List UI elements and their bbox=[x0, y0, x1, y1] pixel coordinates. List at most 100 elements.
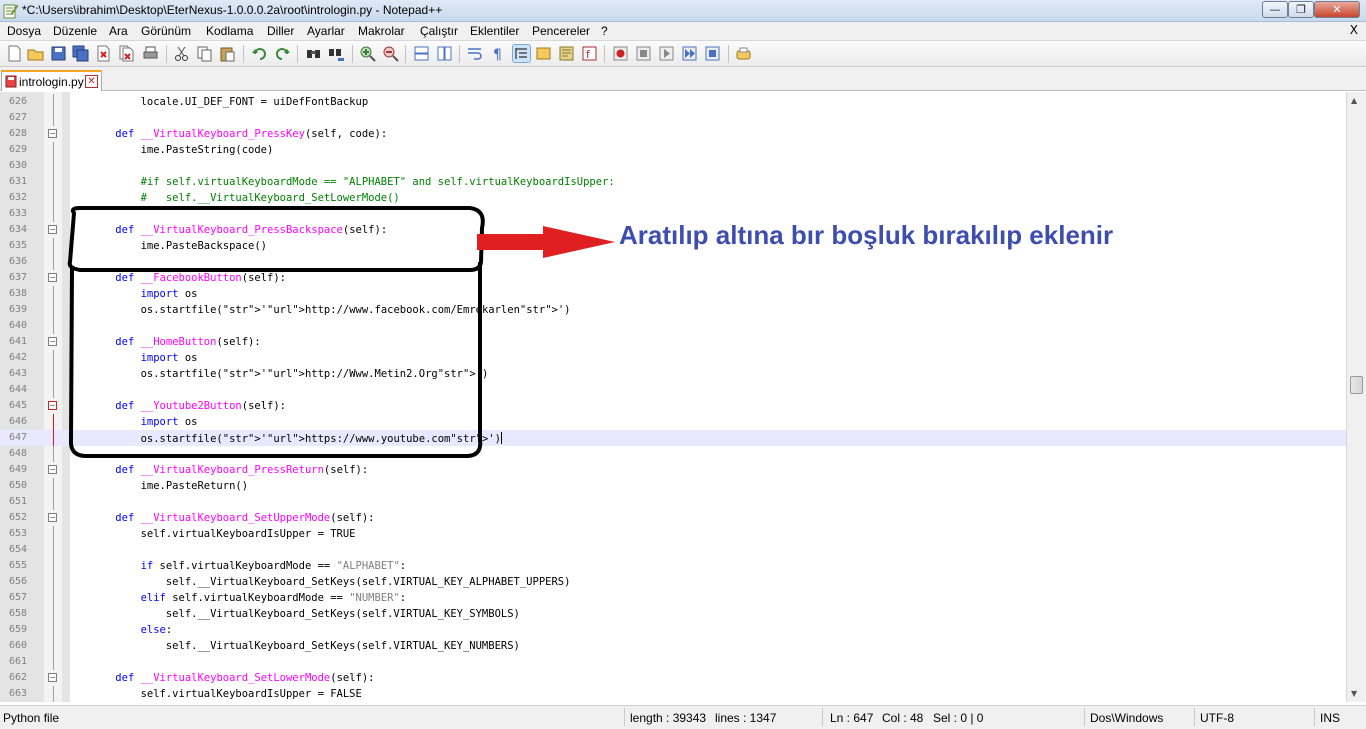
code-line[interactable]: 643 os.startfile("str">'"url">http://Www… bbox=[0, 366, 1346, 382]
tab-intrologin-py[interactable]: intrologin.py ✕ bbox=[1, 70, 102, 91]
redo-icon[interactable] bbox=[274, 45, 291, 62]
menu-calistir[interactable]: Çalıştır bbox=[420, 24, 458, 38]
code-line[interactable]: 660 self.__VirtualKeyboard_SetKeys(self.… bbox=[0, 638, 1346, 654]
stop-macro-icon[interactable] bbox=[635, 45, 652, 62]
code-line[interactable]: 635 ime.PasteBackspace() bbox=[0, 238, 1346, 254]
fold-toggle-icon[interactable]: − bbox=[48, 465, 57, 474]
fold-toggle-icon[interactable]: − bbox=[48, 337, 57, 346]
code-line[interactable]: 656 self.__VirtualKeyboard_SetKeys(self.… bbox=[0, 574, 1346, 590]
code-line[interactable]: 649 − def __VirtualKeyboard_PressReturn(s… bbox=[0, 462, 1346, 478]
code-line[interactable]: 627 bbox=[0, 110, 1346, 126]
code-line[interactable]: 628 − def __VirtualKeyboard_PressKey(self… bbox=[0, 126, 1346, 142]
save-icon[interactable] bbox=[50, 45, 67, 62]
code-line[interactable]: 646 import os bbox=[0, 414, 1346, 430]
code-editor[interactable]: 626 locale.UI_DEF_FONT = uiDefFontBackup… bbox=[0, 92, 1346, 702]
spellcheck-icon[interactable] bbox=[735, 45, 752, 62]
sync-horizontal-icon[interactable] bbox=[436, 45, 453, 62]
code-line[interactable]: 626 locale.UI_DEF_FONT = uiDefFontBackup bbox=[0, 94, 1346, 110]
close-document-icon[interactable]: X bbox=[1350, 23, 1358, 37]
menu-ara[interactable]: Ara bbox=[109, 24, 128, 38]
code-line[interactable]: 633 bbox=[0, 206, 1346, 222]
code-line[interactable]: 639 os.startfile("str">'"url">http://www… bbox=[0, 302, 1346, 318]
code-line[interactable]: 644 bbox=[0, 382, 1346, 398]
zoom-in-icon[interactable] bbox=[359, 45, 376, 62]
code-line[interactable]: 631 #if self.virtualKeyboardMode == "ALP… bbox=[0, 174, 1346, 190]
tab-close-icon[interactable]: ✕ bbox=[85, 75, 98, 88]
doc-map-icon[interactable] bbox=[558, 45, 575, 62]
code-line[interactable]: 662 − def __VirtualKeyboard_SetLowerMode(… bbox=[0, 670, 1346, 686]
word-wrap-icon[interactable] bbox=[466, 45, 483, 62]
menu-dosya[interactable]: Dosya bbox=[7, 24, 41, 38]
cut-icon[interactable] bbox=[173, 45, 190, 62]
indent-guide-icon[interactable] bbox=[512, 44, 531, 63]
close-window-button[interactable]: ✕ bbox=[1314, 1, 1360, 18]
menu-diller[interactable]: Diller bbox=[267, 24, 294, 38]
zoom-out-icon[interactable] bbox=[382, 45, 399, 62]
code-line[interactable]: 661 bbox=[0, 654, 1346, 670]
menu-kodlama[interactable]: Kodlama bbox=[206, 24, 253, 38]
run-macro-multiple-icon[interactable] bbox=[681, 45, 698, 62]
replace-icon[interactable] bbox=[328, 45, 345, 62]
new-file-icon[interactable] bbox=[6, 45, 23, 62]
maximize-button[interactable]: ❐ bbox=[1288, 1, 1314, 18]
code-line[interactable]: 648 bbox=[0, 446, 1346, 462]
function-list-icon[interactable]: f bbox=[581, 45, 598, 62]
code-line[interactable]: 657 elif self.virtualKeyboardMode == "NU… bbox=[0, 590, 1346, 606]
code-line[interactable]: 650 ime.PasteReturn() bbox=[0, 478, 1346, 494]
code-line[interactable]: 652 − def __VirtualKeyboard_SetUpperMode(… bbox=[0, 510, 1346, 526]
code-line[interactable]: 632 # self.__VirtualKeyboard_SetLowerMod… bbox=[0, 190, 1346, 206]
scroll-down-icon[interactable]: ▼ bbox=[1351, 689, 1357, 698]
code-line[interactable]: 629 ime.PasteString(code) bbox=[0, 142, 1346, 158]
copy-icon[interactable] bbox=[196, 45, 213, 62]
save-all-icon[interactable] bbox=[72, 45, 89, 62]
code-line[interactable]: 636 bbox=[0, 254, 1346, 270]
code-line[interactable]: 630 bbox=[0, 158, 1346, 174]
code-line[interactable]: 642 import os bbox=[0, 350, 1346, 366]
show-all-chars-icon[interactable]: ¶ bbox=[489, 45, 506, 62]
minimize-button[interactable]: — bbox=[1262, 1, 1288, 18]
status-insert-mode[interactable]: INS bbox=[1320, 711, 1340, 725]
find-icon[interactable] bbox=[305, 45, 322, 62]
save-macro-icon[interactable] bbox=[704, 45, 721, 62]
print-icon[interactable] bbox=[142, 45, 159, 62]
fold-toggle-icon[interactable]: − bbox=[48, 129, 57, 138]
menu-eklentiler[interactable]: Eklentiler bbox=[470, 24, 519, 38]
menu-help[interactable]: ? bbox=[601, 24, 608, 38]
scroll-up-icon[interactable]: ▲ bbox=[1351, 96, 1357, 105]
code-line[interactable]: 654 bbox=[0, 542, 1346, 558]
play-macro-icon[interactable] bbox=[658, 45, 675, 62]
code-line[interactable]: 663 self.virtualKeyboardIsUpper = FALSE bbox=[0, 686, 1346, 702]
code-line[interactable]: 637 − def __FacebookButton(self): bbox=[0, 270, 1346, 286]
code-line[interactable]: 659 else: bbox=[0, 622, 1346, 638]
fold-toggle-icon[interactable]: − bbox=[48, 273, 57, 282]
code-line[interactable]: 638 import os bbox=[0, 286, 1346, 302]
fold-toggle-icon[interactable]: − bbox=[48, 513, 57, 522]
undo-icon[interactable] bbox=[251, 45, 268, 62]
paste-icon[interactable] bbox=[219, 45, 236, 62]
code-line[interactable]: 651 bbox=[0, 494, 1346, 510]
menu-pencereler[interactable]: Pencereler bbox=[532, 24, 590, 38]
code-line[interactable]: 653 self.virtualKeyboardIsUpper = TRUE bbox=[0, 526, 1346, 542]
close-icon[interactable] bbox=[95, 45, 112, 62]
menu-ayarlar[interactable]: Ayarlar bbox=[307, 24, 345, 38]
open-file-icon[interactable] bbox=[27, 45, 44, 62]
close-all-icon[interactable] bbox=[118, 45, 135, 62]
menu-makrolar[interactable]: Makrolar bbox=[358, 24, 405, 38]
user-language-icon[interactable] bbox=[535, 45, 552, 62]
status-eol-format[interactable]: Dos\Windows bbox=[1090, 711, 1163, 725]
fold-toggle-icon[interactable]: − bbox=[48, 225, 57, 234]
code-line[interactable]: 634 − def __VirtualKeyboard_PressBackspac… bbox=[0, 222, 1346, 238]
code-line[interactable]: 658 self.__VirtualKeyboard_SetKeys(self.… bbox=[0, 606, 1346, 622]
record-macro-icon[interactable] bbox=[612, 45, 629, 62]
fold-toggle-icon[interactable]: − bbox=[48, 673, 57, 682]
scrollbar-thumb[interactable] bbox=[1350, 376, 1363, 394]
sync-vertical-icon[interactable] bbox=[413, 45, 430, 62]
code-line[interactable]: 641 − def __HomeButton(self): bbox=[0, 334, 1346, 350]
status-encoding[interactable]: UTF-8 bbox=[1200, 711, 1234, 725]
vertical-scrollbar[interactable]: ▲ ▼ bbox=[1346, 92, 1366, 702]
code-line[interactable]: 655 if self.virtualKeyboardMode == "ALPH… bbox=[0, 558, 1346, 574]
code-line[interactable]: 645 − def __Youtube2Button(self): bbox=[0, 398, 1346, 414]
menu-duzenle[interactable]: Düzenle bbox=[53, 24, 97, 38]
fold-toggle-icon[interactable]: − bbox=[48, 401, 57, 410]
code-line[interactable]: 640 bbox=[0, 318, 1346, 334]
